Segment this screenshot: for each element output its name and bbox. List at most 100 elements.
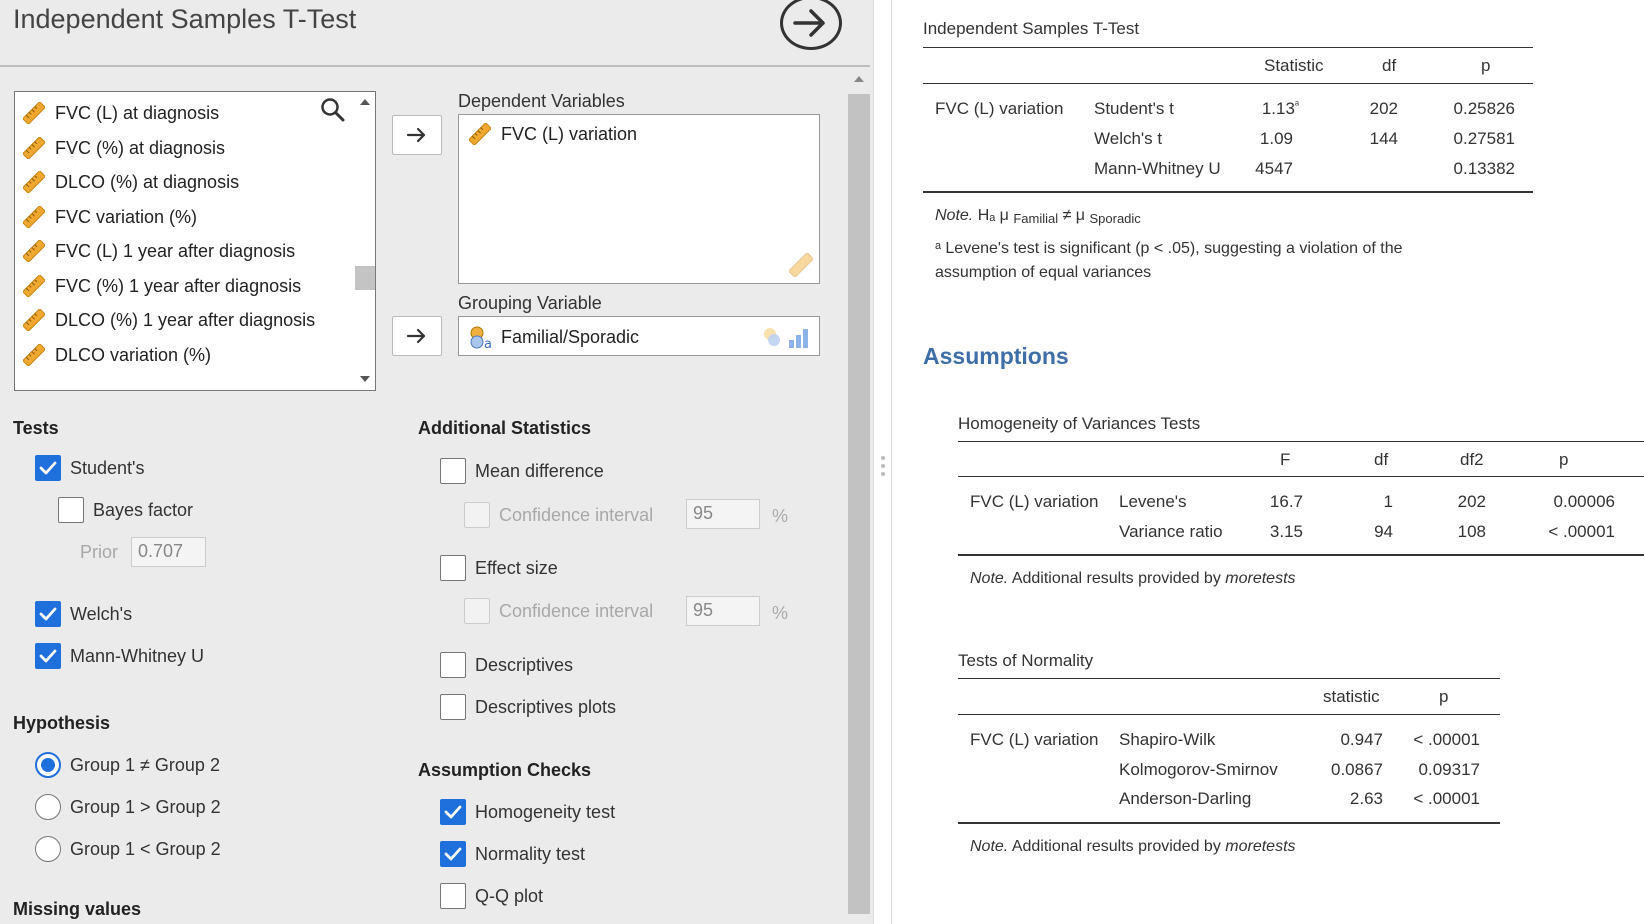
ttest-note: Note. Hₐ μ Familial ≠ μ Sporadic — [935, 207, 1141, 226]
option-label: Homogeneity test — [475, 801, 616, 822]
dependent-variables-box[interactable]: FVC (L) variation — [458, 114, 820, 284]
scroll-up-icon[interactable] — [854, 76, 864, 82]
checkbox[interactable] — [440, 883, 466, 909]
row-variable: FVC (L) variation — [935, 99, 1064, 118]
list-item[interactable]: FVC (%) at diagnosis — [23, 131, 225, 165]
hypothesis-section-title: Hypothesis — [13, 713, 111, 733]
hypothesis-radio-not-equal[interactable]: Group 1 ≠ Group 2 — [35, 752, 220, 778]
column-header: statistic — [1323, 687, 1380, 706]
statistic-value: 0.0867 — [1331, 760, 1383, 779]
options-scroll-thumb[interactable] — [848, 94, 870, 914]
list-item[interactable]: FVC variation (%) — [23, 200, 197, 234]
available-variables-list[interactable]: FVC (L) at diagnosis FVC (%) at diagnosi… — [14, 91, 376, 391]
list-scroll-thumb[interactable] — [355, 266, 375, 290]
ruler-icon — [23, 344, 45, 366]
statistic-value: 4547 — [1255, 159, 1293, 178]
additional-statistics-section-title: Additional Statistics — [418, 418, 592, 438]
radio-button[interactable] — [35, 836, 61, 862]
row-variable: FVC (L) variation — [970, 492, 1099, 511]
column-header: df2 — [1460, 450, 1484, 469]
scroll-down-icon[interactable] — [360, 376, 370, 382]
list-scrollbar[interactable] — [354, 92, 375, 390]
grouping-variable-item[interactable]: a Familial/Sporadic — [469, 325, 639, 349]
checkbox[interactable] — [440, 458, 466, 484]
checkbox[interactable] — [464, 502, 490, 528]
run-button[interactable] — [780, 0, 842, 50]
nominal-variable-icon — [764, 328, 808, 348]
column-header: df — [1374, 450, 1389, 469]
ruler-icon — [23, 275, 45, 297]
p-value: 0.25826 — [1453, 99, 1515, 118]
welchs-checkbox[interactable]: Welch's — [35, 601, 132, 627]
descriptives-plots-checkbox[interactable]: Descriptives plots — [440, 694, 616, 720]
normality-test-checkbox[interactable]: Normality test — [440, 841, 585, 867]
ruler-icon — [23, 240, 45, 262]
mean-diff-ci-checkbox[interactable]: Confidence interval — [464, 502, 653, 528]
option-label: Bayes factor — [93, 499, 194, 520]
column-header: df — [1382, 56, 1397, 75]
hypothesis-radio-less[interactable]: Group 1 < Group 2 — [35, 836, 221, 862]
p-value: 0.09317 — [1418, 760, 1480, 779]
list-item[interactable]: DLCO (%) 1 year after diagnosis — [23, 303, 315, 337]
ruler-icon — [23, 171, 45, 193]
df-value: 94 — [1374, 522, 1393, 541]
checkbox[interactable] — [440, 555, 466, 581]
mann-whitney-checkbox[interactable]: Mann-Whitney U — [35, 643, 204, 669]
statistic-value: 0.947 — [1340, 730, 1383, 749]
list-item[interactable]: DLCO (%) at diagnosis — [23, 165, 239, 199]
grouping-variable-box[interactable]: a Familial/Sporadic — [458, 316, 820, 356]
checkbox[interactable] — [440, 799, 466, 825]
hypothesis-radio-greater[interactable]: Group 1 > Group 2 — [35, 794, 221, 820]
effect-size-checkbox[interactable]: Effect size — [440, 555, 558, 581]
table-rule — [958, 441, 1644, 442]
grouping-variable-label: Grouping Variable — [458, 293, 602, 313]
table-rule — [958, 714, 1500, 715]
homogeneity-test-checkbox[interactable]: Homogeneity test — [440, 799, 615, 825]
list-item[interactable]: FVC (L) at diagnosis — [23, 96, 219, 130]
table-rule — [923, 191, 1533, 193]
mean-difference-checkbox[interactable]: Mean difference — [440, 458, 604, 484]
variable-label: FVC (%) 1 year after diagnosis — [55, 275, 302, 296]
dependent-variable-item[interactable]: FVC (L) variation — [469, 123, 637, 145]
effect-size-ci-checkbox[interactable]: Confidence interval — [464, 598, 653, 624]
effect-size-ci-input[interactable]: 95 — [686, 596, 760, 626]
mean-diff-ci-input[interactable]: 95 — [686, 499, 760, 529]
option-label: Welch's — [70, 603, 133, 624]
bayes-factor-checkbox[interactable]: Bayes factor — [58, 497, 193, 523]
ttest-footnote: assumption of equal variances — [935, 264, 1152, 281]
panel-splitter[interactable] — [873, 0, 892, 924]
p-value: < .00001 — [1413, 730, 1480, 749]
table-rule — [958, 822, 1500, 824]
checkbox[interactable] — [440, 694, 466, 720]
scroll-up-icon[interactable] — [360, 99, 370, 105]
checkbox[interactable] — [58, 497, 84, 523]
checkbox[interactable] — [35, 643, 61, 669]
move-to-grouping-button[interactable] — [392, 316, 442, 356]
search-icon[interactable] — [320, 97, 346, 123]
students-checkbox[interactable]: Student's — [35, 455, 145, 481]
missing-values-section-title: Missing values — [13, 899, 142, 919]
move-to-dependent-button[interactable] — [392, 115, 442, 155]
f-value: 16.7 — [1269, 492, 1303, 511]
df-value: 202 — [1369, 99, 1398, 118]
list-item[interactable]: FVC (%) 1 year after diagnosis — [23, 269, 301, 303]
df2-value: 202 — [1457, 492, 1486, 511]
ruler-icon — [789, 253, 813, 277]
radio-button[interactable] — [35, 794, 61, 820]
descriptives-checkbox[interactable]: Descriptives — [440, 652, 573, 678]
list-item[interactable]: DLCO variation (%) — [23, 338, 211, 372]
checkbox[interactable] — [464, 598, 490, 624]
checkbox[interactable] — [35, 455, 61, 481]
prior-input[interactable]: 0.707 — [131, 537, 206, 567]
options-scrollbar[interactable] — [848, 70, 870, 924]
assumptions-heading: Assumptions — [923, 343, 1069, 369]
dependent-variable-label: FVC (L) variation — [501, 123, 638, 144]
list-item[interactable]: FVC (L) 1 year after diagnosis — [23, 234, 295, 268]
checkbox[interactable] — [440, 841, 466, 867]
analysis-title: Independent Samples T-Test — [13, 4, 357, 34]
checkbox[interactable] — [35, 601, 61, 627]
radio-button[interactable] — [35, 752, 61, 778]
qq-plot-checkbox[interactable]: Q-Q plot — [440, 883, 543, 909]
checkbox[interactable] — [440, 652, 466, 678]
table-rule — [958, 678, 1500, 679]
